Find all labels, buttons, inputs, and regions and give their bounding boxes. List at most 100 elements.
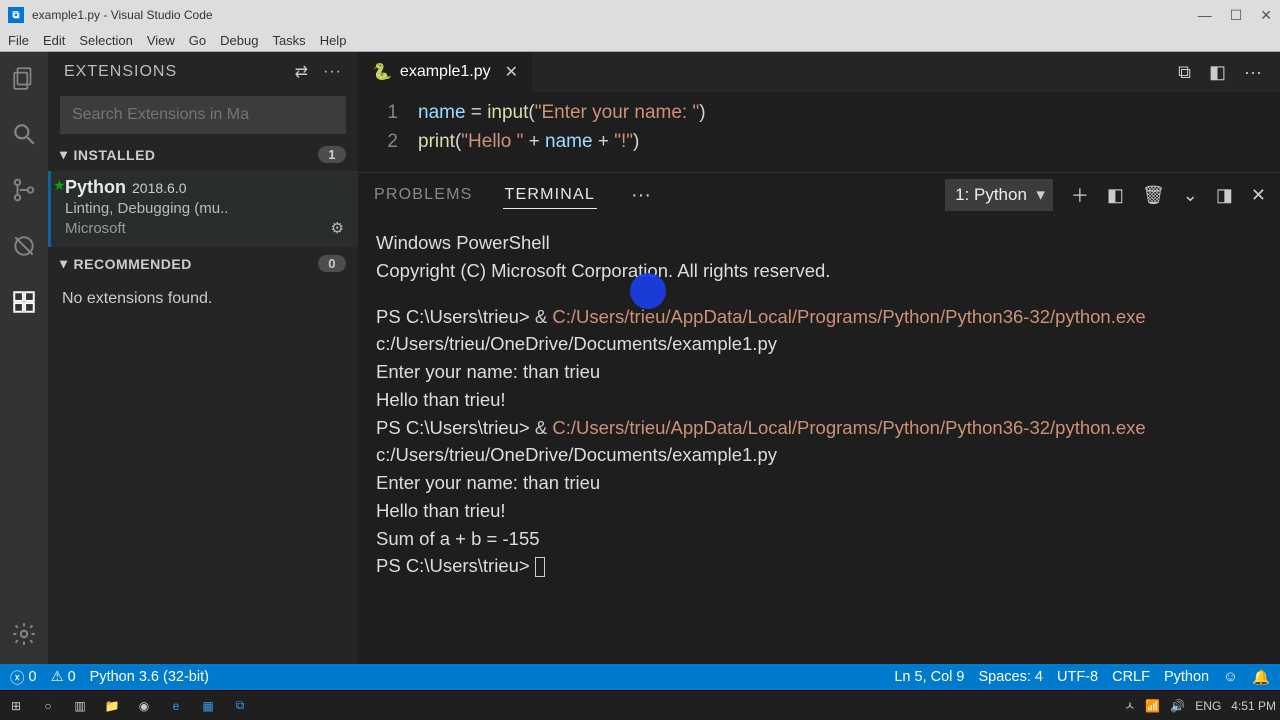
- menu-edit[interactable]: Edit: [43, 33, 65, 48]
- status-bar: ⓧ 0 ⚠ 0 Python 3.6 (32-bit) Ln 5, Col 9 …: [0, 664, 1280, 690]
- kill-terminal-icon[interactable]: 🗑: [1142, 185, 1165, 206]
- python-file-icon: 🐍: [372, 62, 392, 82]
- debug-icon[interactable]: [10, 232, 38, 260]
- terminal-line: Hello than trieu!: [376, 497, 1262, 525]
- close-panel-icon[interactable]: ✕: [1251, 185, 1266, 206]
- status-python[interactable]: Python 3.6 (32-bit): [90, 669, 209, 685]
- extension-name: Python: [65, 177, 126, 197]
- star-icon: ★: [53, 177, 66, 194]
- search-extensions-input[interactable]: [60, 96, 346, 134]
- menu-help[interactable]: Help: [320, 33, 347, 48]
- line-number: 1: [358, 98, 418, 127]
- close-tab-icon[interactable]: ✕: [505, 62, 518, 82]
- status-encoding[interactable]: UTF-8: [1057, 669, 1098, 685]
- window-title: example1.py - Visual Studio Code: [32, 8, 1198, 22]
- maximize-button[interactable]: ☐: [1230, 7, 1243, 24]
- terminal-prompt: PS C:\Users\trieu>: [376, 552, 1262, 580]
- menu-file[interactable]: File: [8, 33, 29, 48]
- panel-tab-problems[interactable]: PROBLEMS: [372, 182, 475, 208]
- activity-bar: [0, 52, 48, 664]
- recommended-section[interactable]: ▾ RECOMMENDED 0: [48, 247, 358, 280]
- menu-tasks[interactable]: Tasks: [272, 33, 305, 48]
- terminal-line: Enter your name: than trieu: [376, 469, 1262, 497]
- chrome-icon[interactable]: ◉: [132, 696, 156, 716]
- minimize-button[interactable]: —: [1198, 7, 1212, 24]
- status-ln-col[interactable]: Ln 5, Col 9: [894, 669, 964, 685]
- terminal-line: PS C:\Users\trieu> & C:/Users/trieu/AppD…: [376, 414, 1262, 470]
- app-icon[interactable]: ▦: [196, 696, 220, 716]
- terminal-line: Windows PowerShell: [376, 229, 1262, 257]
- source-control-icon[interactable]: [10, 176, 38, 204]
- menu-go[interactable]: Go: [189, 33, 206, 48]
- menu-selection[interactable]: Selection: [79, 33, 132, 48]
- notifications-icon[interactable]: 🔔: [1252, 669, 1270, 686]
- extension-item-python[interactable]: ★ Python 2018.6.0 Linting, Debugging (mu.…: [48, 171, 358, 247]
- extensions-sidebar: EXTENSIONS ⇄ ··· ▾ INSTALLED 1 ★ Python 2…: [48, 52, 358, 664]
- status-warnings[interactable]: ⚠ 0: [51, 669, 76, 685]
- panel-tab-terminal[interactable]: TERMINAL: [503, 182, 598, 209]
- settings-gear-icon[interactable]: [10, 620, 38, 648]
- split-editor-icon[interactable]: ◧: [1209, 62, 1226, 83]
- feedback-icon[interactable]: ☺: [1223, 669, 1238, 685]
- status-language[interactable]: Python: [1164, 669, 1209, 685]
- vscode-taskbar-icon[interactable]: ⧉: [228, 696, 252, 716]
- tab-example1[interactable]: 🐍 example1.py ✕: [358, 52, 533, 92]
- installed-label: INSTALLED: [74, 147, 156, 163]
- vscode-icon: ⧉: [8, 7, 24, 23]
- sidebar-title: EXTENSIONS: [64, 63, 281, 81]
- cortana-icon[interactable]: ○: [36, 696, 60, 716]
- maximize-panel-icon[interactable]: ◨: [1216, 185, 1233, 206]
- status-errors[interactable]: ⓧ 0: [10, 667, 37, 688]
- tray-overflow-icon[interactable]: ㅅ: [1124, 697, 1135, 714]
- compare-changes-icon[interactable]: ⧉: [1178, 62, 1191, 83]
- terminal-line: Enter your name: than trieu: [376, 358, 1262, 386]
- extension-description: Linting, Debugging (mu..: [65, 200, 344, 217]
- tab-filename: example1.py: [400, 63, 491, 81]
- start-button[interactable]: ⊞: [4, 696, 28, 716]
- tray-language[interactable]: ENG: [1195, 699, 1221, 713]
- extension-version: 2018.6.0: [132, 180, 187, 196]
- terminal-selector[interactable]: 1: Python: [945, 179, 1053, 211]
- search-icon[interactable]: [10, 120, 38, 148]
- tray-clock[interactable]: 4:51 PM: [1231, 699, 1276, 713]
- terminal-line: Copyright (C) Microsoft Corporation. All…: [376, 257, 1262, 285]
- editor-more-icon[interactable]: ···: [1244, 62, 1262, 83]
- menu-view[interactable]: View: [147, 33, 175, 48]
- close-window-button[interactable]: ✕: [1260, 7, 1272, 24]
- manage-extension-icon[interactable]: ⚙: [331, 219, 344, 237]
- windows-taskbar: ⊞ ○ ▥ 📁 ◉ e ▦ ⧉ ㅅ 📶 🔊 ENG 4:51 PM: [0, 690, 1280, 720]
- file-explorer-icon[interactable]: 📁: [100, 696, 124, 716]
- cursor-highlight-icon: [630, 273, 666, 309]
- explorer-icon[interactable]: [10, 64, 38, 92]
- split-terminal-icon[interactable]: ◧: [1107, 185, 1124, 206]
- panel: PROBLEMS TERMINAL ··· 1: Python ＋ ◧ 🗑 ⌄ …: [358, 172, 1280, 664]
- menu-debug[interactable]: Debug: [220, 33, 258, 48]
- extension-publisher: Microsoft: [65, 220, 126, 237]
- panel-more-icon[interactable]: ···: [631, 184, 651, 207]
- installed-count: 1: [318, 146, 346, 163]
- editor-tabs: 🐍 example1.py ✕ ⧉ ◧ ···: [358, 52, 1280, 92]
- installed-section[interactable]: ▾ INSTALLED 1: [48, 138, 358, 171]
- terminal-body[interactable]: Windows PowerShell Copyright (C) Microso…: [358, 217, 1280, 664]
- chevron-down-icon: ▾: [60, 146, 68, 163]
- title-bar: ⧉ example1.py - Visual Studio Code — ☐ ✕: [0, 0, 1280, 30]
- recommended-count: 0: [318, 255, 346, 272]
- tray-network-icon[interactable]: 📶: [1145, 699, 1160, 713]
- task-view-icon[interactable]: ▥: [68, 696, 92, 716]
- menu-bar: File Edit Selection View Go Debug Tasks …: [0, 30, 1280, 52]
- status-eol[interactable]: CRLF: [1112, 669, 1150, 685]
- tray-volume-icon[interactable]: 🔊: [1170, 699, 1185, 713]
- recommended-label: RECOMMENDED: [74, 256, 192, 272]
- extensions-icon[interactable]: [10, 288, 38, 316]
- new-terminal-icon[interactable]: ＋: [1071, 182, 1089, 208]
- more-actions-icon[interactable]: ···: [323, 63, 342, 81]
- terminal-line: PS C:\Users\trieu> & C:/Users/trieu/AppD…: [376, 303, 1262, 359]
- status-spaces[interactable]: Spaces: 4: [979, 669, 1044, 685]
- edge-icon[interactable]: e: [164, 696, 188, 716]
- terminal-line: Hello than trieu!: [376, 386, 1262, 414]
- chevron-down-icon: ▾: [60, 255, 68, 272]
- chevron-down-icon[interactable]: ⌄: [1183, 185, 1198, 206]
- no-extensions-text: No extensions found.: [48, 280, 358, 318]
- code-editor[interactable]: 1 name = input("Enter your name: ") 2 pr…: [358, 92, 1280, 172]
- clear-filter-icon[interactable]: ⇄: [295, 62, 309, 82]
